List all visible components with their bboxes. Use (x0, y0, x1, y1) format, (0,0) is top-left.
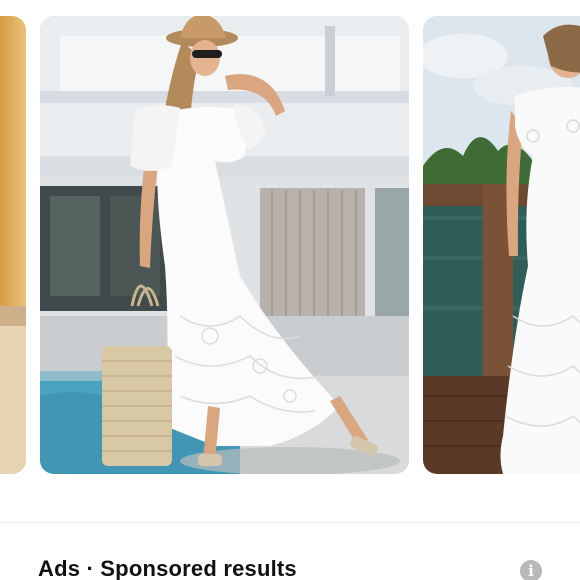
product-card-center[interactable] (40, 16, 409, 474)
ads-title: Ads · Sponsored results (38, 556, 297, 580)
page: Ads · Sponsored results i (0, 0, 580, 580)
image-carousel[interactable] (0, 0, 580, 500)
section-divider (0, 522, 580, 523)
product-image-center (40, 16, 409, 474)
product-image-right (423, 16, 580, 474)
product-image-left (0, 16, 26, 474)
product-card-right[interactable] (423, 16, 580, 474)
info-icon[interactable]: i (520, 560, 542, 580)
ads-header: Ads · Sponsored results i (38, 552, 580, 580)
product-card-left[interactable] (0, 16, 26, 474)
